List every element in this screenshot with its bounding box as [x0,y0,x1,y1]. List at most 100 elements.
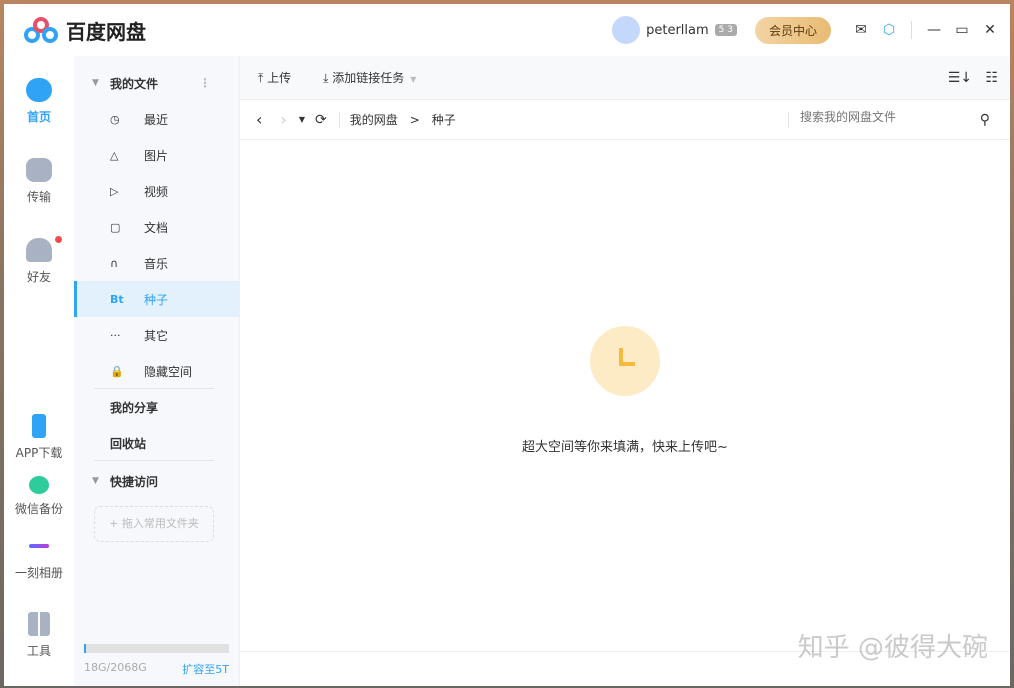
minimize-icon[interactable]: — [920,22,948,38]
sidebar-my-share[interactable]: 我的分享 [74,389,239,425]
album-icon [29,544,49,548]
label: 我的分享 [110,400,159,415]
quick-access-header[interactable]: ▼ 快捷访问 [74,463,239,499]
transfer-icon [26,158,52,182]
breadcrumb-bar: ‹ › ▼ ⟳ 我的网盘 > 种子 ⚲ [240,100,1010,140]
level-badge: 5 3 [714,24,737,36]
app-window: 百度网盘 peterllam 5 3 会员中心 ✉ ⬡ — ▭ ✕ 首页 传输 … [4,4,1010,686]
nav-home[interactable]: 首页 [4,78,74,125]
nav-tools[interactable]: 工具 [4,612,74,659]
refresh-icon[interactable]: ⟳ [315,112,327,128]
storage-bar [84,644,229,653]
toolbar: ⤒ 上传 ⤓ 添加链接任务 ▼ ☰↓ ☷ [240,56,1010,100]
tools-icon [28,612,50,636]
document-icon: ▢ [110,220,121,234]
upload-button[interactable]: ⤒ 上传 [258,69,291,86]
phone-icon [32,414,46,438]
mail-icon[interactable]: ✉ [847,22,875,38]
sidebar-item-recent[interactable]: ◷ 最近 [74,101,239,137]
close-icon[interactable]: ✕ [976,22,1004,38]
main-panel: ⤒ 上传 ⤓ 添加链接任务▼ ☰↓ ☷ ‹ › ▼ ⟳ 我的网盘 > 种子 ⚲ … [239,56,1010,686]
list-view-icon[interactable]: ☷ [985,70,998,86]
add-link-task-button[interactable]: ⤓ 添加链接任务 ▼ [323,69,416,86]
settings-icon[interactable]: ⬡ [875,22,903,38]
app-logo: 百度网盘 [24,16,146,45]
baidu-cloud-logo-icon [24,16,60,45]
nav-label: 传输 [26,190,51,204]
friends-icon [26,238,52,262]
collapse-icon: ▼ [92,476,99,486]
search-input[interactable] [800,110,950,124]
sidebar-item-other[interactable]: ··· 其它 [74,317,239,353]
cloud-icon [26,78,52,102]
username[interactable]: peterllam [646,23,709,38]
nav-label: 微信备份 [14,502,63,516]
back-icon[interactable]: ‹ [256,110,262,129]
label: 最近 [144,112,169,127]
label: 添加链接任务 [332,71,405,85]
label: 回收站 [110,436,147,451]
storage-bar-fill [84,644,87,653]
dropdown-icon[interactable]: ▼ [410,75,416,84]
watermark: 知乎 @彼得大碗 [797,633,988,663]
breadcrumb-current: 种子 [431,113,456,127]
label: 视频 [144,184,169,199]
sidebar-recycle-bin[interactable]: 回收站 [74,425,239,461]
nav-wechat-backup[interactable]: 微信备份 [4,476,74,517]
divider [94,460,214,461]
maximize-icon[interactable]: ▭ [948,22,976,38]
forward-icon[interactable]: › [280,110,286,129]
storage-usage: 18G/2068G [84,661,147,674]
sort-icon[interactable]: ☰↓ [948,70,972,86]
sidebar-item-docs[interactable]: ▢ 文档 [74,209,239,245]
my-files-header[interactable]: ▼ 我的文件 ⋮ [74,65,239,101]
divider [911,21,912,39]
label: 种子 [144,292,169,307]
expand-storage-link[interactable]: 扩容至5T [182,661,229,677]
sidebar-item-music[interactable]: ∩ 音乐 [74,245,239,281]
drop-folder-area[interactable]: + 拖入常用文件夹 [94,506,214,542]
download-icon: ⤓ [323,71,333,85]
nav-app-download[interactable]: APP下载 [4,414,74,461]
more-dots-icon: ··· [110,328,121,342]
label: 文档 [144,220,169,235]
sidebar: ▼ 我的文件 ⋮ ◷ 最近 △ 图片 ▷ 视频 ▢ 文档 ∩ 音乐 Bt 种子 ··· 其它 🔒 隐… [74,56,239,686]
label: 隐藏空间 [144,364,193,379]
left-nav: 首页 传输 好友 APP下载 微信备份 一刻相册 工具 [4,56,74,686]
sidebar-item-videos[interactable]: ▷ 视频 [74,173,239,209]
label: 上传 [267,71,292,85]
label: 图片 [144,148,169,163]
avatar[interactable] [612,16,641,44]
divider [788,112,789,128]
nav-label: APP下载 [15,446,63,460]
label: 快捷访问 [110,474,159,489]
more-icon[interactable]: ⋮ [199,76,211,90]
history-dropdown-icon[interactable]: ▼ [299,115,305,124]
sidebar-item-torrents[interactable]: Bt 种子 [74,281,239,317]
nav-yike-album[interactable]: 一刻相册 [4,544,74,581]
headphones-icon: ∩ [110,256,119,270]
nav-friends[interactable]: 好友 [4,236,74,285]
sidebar-item-hidden-space[interactable]: 🔒 隐藏空间 [74,353,239,389]
nav-label: 工具 [26,644,51,658]
nav-transfer[interactable]: 传输 [4,158,74,205]
empty-clock-icon [590,326,660,396]
image-icon: △ [110,148,119,162]
upload-icon: ⤒ [258,71,268,85]
collapse-icon: ▼ [92,78,99,88]
label: 其它 [144,328,169,343]
nav-label: 好友 [26,270,51,284]
sidebar-item-images[interactable]: △ 图片 [74,137,239,173]
label: 音乐 [144,256,169,271]
vip-center-button[interactable]: 会员中心 [754,16,831,44]
search-icon[interactable]: ⚲ [980,112,990,128]
wechat-icon [29,476,49,494]
breadcrumb-root[interactable]: 我的网盘 [350,111,398,128]
divider [338,111,340,128]
nav-label: 首页 [26,110,51,124]
play-icon: ▷ [110,184,119,198]
bt-icon: Bt [110,292,124,306]
nav-label: 一刻相册 [14,566,63,580]
title-bar: 百度网盘 peterllam 5 3 会员中心 ✉ ⬡ — ▭ ✕ [4,4,1010,56]
empty-state: 超大空间等你来填满，快来上传吧~ [240,326,1010,455]
